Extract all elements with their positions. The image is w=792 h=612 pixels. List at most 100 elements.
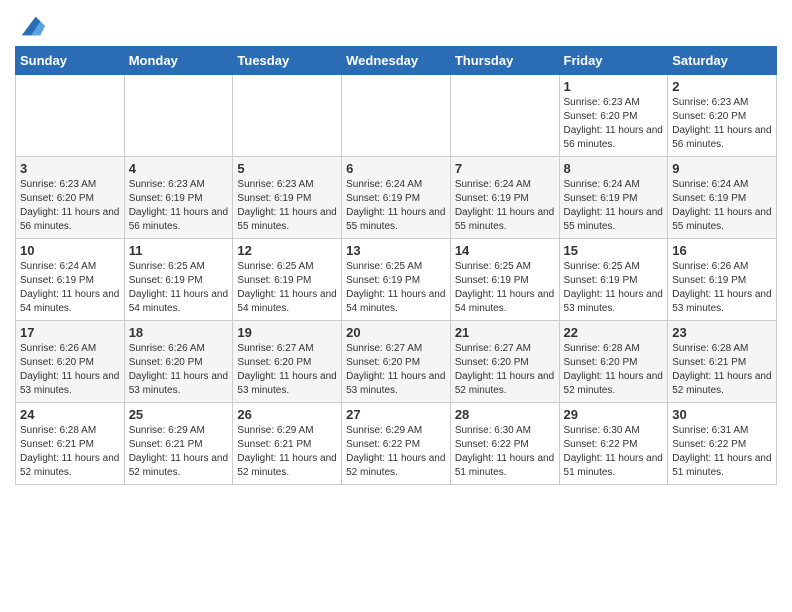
- day-cell: 23 Sunrise: 6:28 AM Sunset: 6:21 PM Dayli…: [668, 321, 777, 403]
- week-row-1: 3 Sunrise: 6:23 AM Sunset: 6:20 PM Daylig…: [16, 157, 777, 239]
- day-info: Sunrise: 6:27 AM Sunset: 6:20 PM Dayligh…: [237, 342, 337, 398]
- day-number: 3: [20, 161, 120, 176]
- day-info: Sunrise: 6:28 AM Sunset: 6:21 PM Dayligh…: [672, 342, 772, 398]
- day-cell: 4 Sunrise: 6:23 AM Sunset: 6:19 PM Daylig…: [124, 157, 233, 239]
- day-cell: [342, 75, 451, 157]
- header-cell-monday: Monday: [124, 47, 233, 75]
- day-cell: 11Sunrise: 6:25 AM Sunset: 6:19 PM Dayli…: [124, 239, 233, 321]
- day-number: 15: [564, 243, 664, 258]
- day-cell: 30 Sunrise: 6:31 AM Sunset: 6:22 PM Dayli…: [668, 403, 777, 485]
- day-cell: 26 Sunrise: 6:29 AM Sunset: 6:21 PM Dayli…: [233, 403, 342, 485]
- day-cell: 5Sunrise: 6:23 AM Sunset: 6:19 PM Daylig…: [233, 157, 342, 239]
- day-number: 4: [129, 161, 229, 176]
- day-cell: 28Sunrise: 6:30 AM Sunset: 6:22 PM Dayli…: [450, 403, 559, 485]
- day-cell: 24 Sunrise: 6:28 AM Sunset: 6:21 PM Dayli…: [16, 403, 125, 485]
- day-info: Sunrise: 6:30 AM Sunset: 6:22 PM Dayligh…: [455, 424, 555, 480]
- day-info: Sunrise: 6:24 AM Sunset: 6:19 PM Dayligh…: [564, 178, 664, 234]
- day-number: 2: [672, 79, 772, 94]
- day-info: Sunrise: 6:23 AM Sunset: 6:20 PM Dayligh…: [20, 178, 120, 234]
- day-cell: 25 Sunrise: 6:29 AM Sunset: 6:21 PM Dayli…: [124, 403, 233, 485]
- day-info: Sunrise: 6:25 AM Sunset: 6:19 PM Dayligh…: [346, 260, 446, 316]
- header-row: SundayMondayTuesdayWednesdayThursdayFrid…: [16, 47, 777, 75]
- day-cell: 12 Sunrise: 6:25 AM Sunset: 6:19 PM Dayli…: [233, 239, 342, 321]
- page: SundayMondayTuesdayWednesdayThursdayFrid…: [0, 0, 792, 500]
- day-number: 24: [20, 407, 120, 422]
- day-cell: 20 Sunrise: 6:27 AM Sunset: 6:20 PM Dayli…: [342, 321, 451, 403]
- day-number: 27: [346, 407, 446, 422]
- header-cell-saturday: Saturday: [668, 47, 777, 75]
- day-number: 6: [346, 161, 446, 176]
- day-info: Sunrise: 6:31 AM Sunset: 6:22 PM Dayligh…: [672, 424, 772, 480]
- day-info: Sunrise: 6:29 AM Sunset: 6:22 PM Dayligh…: [346, 424, 446, 480]
- day-number: 26: [237, 407, 337, 422]
- day-number: 14: [455, 243, 555, 258]
- day-cell: 1 Sunrise: 6:23 AM Sunset: 6:20 PM Daylig…: [559, 75, 668, 157]
- header-cell-thursday: Thursday: [450, 47, 559, 75]
- week-row-3: 17 Sunrise: 6:26 AM Sunset: 6:20 PM Dayli…: [16, 321, 777, 403]
- day-cell: 13Sunrise: 6:25 AM Sunset: 6:19 PM Dayli…: [342, 239, 451, 321]
- day-cell: 8 Sunrise: 6:24 AM Sunset: 6:19 PM Daylig…: [559, 157, 668, 239]
- day-number: 12: [237, 243, 337, 258]
- day-info: Sunrise: 6:24 AM Sunset: 6:19 PM Dayligh…: [455, 178, 555, 234]
- day-cell: 14 Sunrise: 6:25 AM Sunset: 6:19 PM Dayli…: [450, 239, 559, 321]
- week-row-0: 1 Sunrise: 6:23 AM Sunset: 6:20 PM Daylig…: [16, 75, 777, 157]
- day-cell: 10Sunrise: 6:24 AM Sunset: 6:19 PM Dayli…: [16, 239, 125, 321]
- day-number: 7: [455, 161, 555, 176]
- day-number: 8: [564, 161, 664, 176]
- day-info: Sunrise: 6:23 AM Sunset: 6:19 PM Dayligh…: [129, 178, 229, 234]
- logo: [15, 16, 45, 40]
- day-info: Sunrise: 6:23 AM Sunset: 6:20 PM Dayligh…: [672, 96, 772, 152]
- day-cell: [450, 75, 559, 157]
- calendar-body: 1 Sunrise: 6:23 AM Sunset: 6:20 PM Daylig…: [16, 75, 777, 485]
- logo-icon: [17, 12, 45, 40]
- day-number: 11: [129, 243, 229, 258]
- day-cell: 19 Sunrise: 6:27 AM Sunset: 6:20 PM Dayli…: [233, 321, 342, 403]
- day-info: Sunrise: 6:26 AM Sunset: 6:20 PM Dayligh…: [129, 342, 229, 398]
- day-info: Sunrise: 6:30 AM Sunset: 6:22 PM Dayligh…: [564, 424, 664, 480]
- day-info: Sunrise: 6:29 AM Sunset: 6:21 PM Dayligh…: [237, 424, 337, 480]
- week-row-2: 10Sunrise: 6:24 AM Sunset: 6:19 PM Dayli…: [16, 239, 777, 321]
- day-info: Sunrise: 6:28 AM Sunset: 6:20 PM Dayligh…: [564, 342, 664, 398]
- day-number: 29: [564, 407, 664, 422]
- header: [15, 10, 777, 40]
- day-cell: 21Sunrise: 6:27 AM Sunset: 6:20 PM Dayli…: [450, 321, 559, 403]
- day-cell: 9 Sunrise: 6:24 AM Sunset: 6:19 PM Daylig…: [668, 157, 777, 239]
- day-info: Sunrise: 6:24 AM Sunset: 6:19 PM Dayligh…: [672, 178, 772, 234]
- week-row-4: 24 Sunrise: 6:28 AM Sunset: 6:21 PM Dayli…: [16, 403, 777, 485]
- day-cell: 29 Sunrise: 6:30 AM Sunset: 6:22 PM Dayli…: [559, 403, 668, 485]
- day-number: 17: [20, 325, 120, 340]
- day-number: 23: [672, 325, 772, 340]
- day-cell: 6Sunrise: 6:24 AM Sunset: 6:19 PM Daylig…: [342, 157, 451, 239]
- header-cell-friday: Friday: [559, 47, 668, 75]
- day-info: Sunrise: 6:24 AM Sunset: 6:19 PM Dayligh…: [20, 260, 120, 316]
- day-info: Sunrise: 6:27 AM Sunset: 6:20 PM Dayligh…: [346, 342, 446, 398]
- header-cell-wednesday: Wednesday: [342, 47, 451, 75]
- day-info: Sunrise: 6:28 AM Sunset: 6:21 PM Dayligh…: [20, 424, 120, 480]
- day-number: 5: [237, 161, 337, 176]
- day-cell: 3 Sunrise: 6:23 AM Sunset: 6:20 PM Daylig…: [16, 157, 125, 239]
- day-cell: [233, 75, 342, 157]
- day-info: Sunrise: 6:25 AM Sunset: 6:19 PM Dayligh…: [237, 260, 337, 316]
- day-cell: 2 Sunrise: 6:23 AM Sunset: 6:20 PM Daylig…: [668, 75, 777, 157]
- day-number: 20: [346, 325, 446, 340]
- day-number: 19: [237, 325, 337, 340]
- day-number: 25: [129, 407, 229, 422]
- day-info: Sunrise: 6:25 AM Sunset: 6:19 PM Dayligh…: [455, 260, 555, 316]
- day-number: 1: [564, 79, 664, 94]
- day-cell: 7 Sunrise: 6:24 AM Sunset: 6:19 PM Daylig…: [450, 157, 559, 239]
- day-info: Sunrise: 6:23 AM Sunset: 6:20 PM Dayligh…: [564, 96, 664, 152]
- header-cell-sunday: Sunday: [16, 47, 125, 75]
- day-cell: 16Sunrise: 6:26 AM Sunset: 6:19 PM Dayli…: [668, 239, 777, 321]
- day-info: Sunrise: 6:26 AM Sunset: 6:19 PM Dayligh…: [672, 260, 772, 316]
- day-info: Sunrise: 6:29 AM Sunset: 6:21 PM Dayligh…: [129, 424, 229, 480]
- day-cell: 22Sunrise: 6:28 AM Sunset: 6:20 PM Dayli…: [559, 321, 668, 403]
- header-cell-tuesday: Tuesday: [233, 47, 342, 75]
- calendar-header: SundayMondayTuesdayWednesdayThursdayFrid…: [16, 47, 777, 75]
- day-info: Sunrise: 6:27 AM Sunset: 6:20 PM Dayligh…: [455, 342, 555, 398]
- day-number: 9: [672, 161, 772, 176]
- day-cell: 17 Sunrise: 6:26 AM Sunset: 6:20 PM Dayli…: [16, 321, 125, 403]
- day-number: 30: [672, 407, 772, 422]
- calendar-table: SundayMondayTuesdayWednesdayThursdayFrid…: [15, 46, 777, 485]
- day-info: Sunrise: 6:26 AM Sunset: 6:20 PM Dayligh…: [20, 342, 120, 398]
- day-number: 18: [129, 325, 229, 340]
